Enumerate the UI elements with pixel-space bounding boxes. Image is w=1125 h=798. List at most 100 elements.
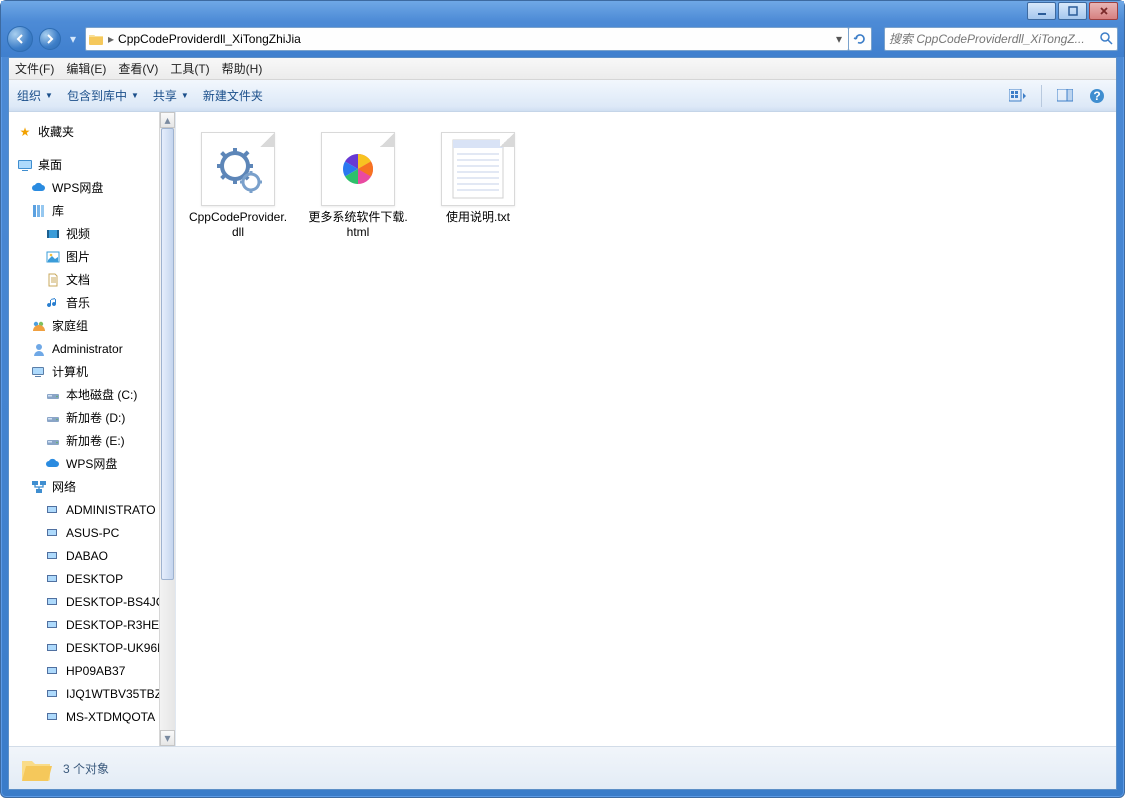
tree-wps[interactable]: WPS网盘 <box>9 176 175 199</box>
tree-net-pc[interactable]: IJQ1WTBV35TBZ <box>9 682 175 705</box>
content-area: 文件(F) 编辑(E) 查看(V) 工具(T) 帮助(H) 组织▼ 包含到库中▼… <box>8 57 1117 790</box>
minimize-button[interactable] <box>1027 2 1056 20</box>
breadcrumb-current[interactable]: CppCodeProviderdll_XiTongZhiJia <box>118 32 301 46</box>
scroll-up-button[interactable]: ▴ <box>160 112 175 128</box>
search-box[interactable] <box>884 27 1118 51</box>
scroll-track[interactable] <box>160 128 175 730</box>
tree-net-pc[interactable]: HP09AB37 <box>9 659 175 682</box>
toolbar-right: ? <box>1007 85 1108 107</box>
file-label: CppCodeProvider.dll <box>188 210 288 240</box>
folder-icon <box>19 751 53 785</box>
toolbar: 组织▼ 包含到库中▼ 共享▼ 新建文件夹 ? <box>9 80 1116 112</box>
html-icon <box>321 132 395 206</box>
file-label: 使用说明.txt <box>446 210 510 225</box>
svg-text:?: ? <box>1093 89 1100 103</box>
pictures-icon <box>45 249 61 265</box>
folder-icon <box>88 31 104 47</box>
video-icon <box>45 226 61 242</box>
drive-icon <box>45 387 61 403</box>
libraries-icon <box>31 203 47 219</box>
computer-icon <box>45 686 61 702</box>
tool-include-in-library[interactable]: 包含到库中▼ <box>67 87 139 104</box>
star-icon: ★ <box>17 124 33 140</box>
file-item[interactable]: 更多系统软件下载.html <box>308 126 408 732</box>
tree-computer[interactable]: 计算机 <box>9 360 175 383</box>
refresh-button[interactable] <box>848 27 872 51</box>
txt-icon <box>441 132 515 206</box>
network-icon <box>31 479 47 495</box>
tree-drive-e[interactable]: 新加卷 (E:) <box>9 429 175 452</box>
tree-net-pc[interactable]: DESKTOP <box>9 567 175 590</box>
maximize-button[interactable] <box>1058 2 1087 20</box>
tree-drive-d[interactable]: 新加卷 (D:) <box>9 406 175 429</box>
close-button[interactable] <box>1089 2 1118 20</box>
tool-organize[interactable]: 组织▼ <box>17 87 53 104</box>
file-item[interactable]: 使用说明.txt <box>428 126 528 732</box>
music-icon <box>45 295 61 311</box>
tree-net-pc[interactable]: ADMINISTRATO <box>9 498 175 521</box>
forward-button[interactable] <box>39 28 61 50</box>
tree-net-pc[interactable]: MS-XTDMQOTA <box>9 705 175 728</box>
explorer-window: ▾ ▸ CppCodeProviderdll_XiTongZhiJia ▾ 文件… <box>0 0 1125 798</box>
computer-icon <box>45 594 61 610</box>
tree-net-pc[interactable]: DESKTOP-BS4JC <box>9 590 175 613</box>
nav-bar: ▾ ▸ CppCodeProviderdll_XiTongZhiJia ▾ <box>1 21 1124 57</box>
address-dropdown[interactable]: ▾ <box>832 32 846 46</box>
tree-network[interactable]: 网络 <box>9 475 175 498</box>
computer-icon <box>31 364 47 380</box>
sidebar-scrollbar[interactable]: ▴ ▾ <box>159 112 175 746</box>
tree-documents[interactable]: 文档 <box>9 268 175 291</box>
file-label: 更多系统软件下载.html <box>308 210 408 240</box>
address-bar[interactable]: ▸ CppCodeProviderdll_XiTongZhiJia ▾ <box>85 27 849 51</box>
tree-favorites[interactable]: ★收藏夹 <box>9 120 175 143</box>
search-input[interactable] <box>889 32 1099 46</box>
computer-icon <box>45 640 61 656</box>
tree-net-pc[interactable]: DESKTOP-UK96N <box>9 636 175 659</box>
computer-icon <box>45 502 61 518</box>
tree-pictures[interactable]: 图片 <box>9 245 175 268</box>
tree-administrator[interactable]: Administrator <box>9 337 175 360</box>
tree-music[interactable]: 音乐 <box>9 291 175 314</box>
tree-net-pc[interactable]: DABAO <box>9 544 175 567</box>
tool-new-folder[interactable]: 新建文件夹 <box>203 87 263 104</box>
file-item[interactable]: CppCodeProvider.dll <box>188 126 288 732</box>
menu-tools[interactable]: 工具(T) <box>170 60 209 77</box>
search-icon[interactable] <box>1099 31 1113 48</box>
preview-pane-button[interactable] <box>1054 85 1076 107</box>
tree-wps-disk[interactable]: WPS网盘 <box>9 452 175 475</box>
address-bar-wrap: ▸ CppCodeProviderdll_XiTongZhiJia ▾ <box>85 27 872 51</box>
menu-edit[interactable]: 编辑(E) <box>66 60 106 77</box>
desktop-icon <box>17 157 33 173</box>
computer-icon <box>45 525 61 541</box>
tool-share[interactable]: 共享▼ <box>153 87 189 104</box>
tree-net-pc[interactable]: DESKTOP-R3HEF <box>9 613 175 636</box>
computer-icon <box>45 548 61 564</box>
history-dropdown[interactable]: ▾ <box>67 32 79 46</box>
breadcrumb-sep: ▸ <box>106 32 116 46</box>
titlebar <box>1 1 1124 21</box>
computer-icon <box>45 663 61 679</box>
menu-view[interactable]: 查看(V) <box>118 60 158 77</box>
tree-libraries[interactable]: 库 <box>9 199 175 222</box>
computer-icon <box>45 709 61 725</box>
computer-icon <box>45 571 61 587</box>
tree-net-pc[interactable]: ASUS-PC <box>9 521 175 544</box>
computer-icon <box>45 617 61 633</box>
tree-desktop[interactable]: 桌面 <box>9 153 175 176</box>
dll-icon <box>201 132 275 206</box>
menu-help[interactable]: 帮助(H) <box>222 60 263 77</box>
menu-file[interactable]: 文件(F) <box>15 60 54 77</box>
view-mode-button[interactable] <box>1007 85 1029 107</box>
tree-videos[interactable]: 视频 <box>9 222 175 245</box>
help-button[interactable]: ? <box>1086 85 1108 107</box>
scroll-thumb[interactable] <box>161 128 174 580</box>
status-text: 3 个对象 <box>63 760 109 777</box>
tree-homegroup[interactable]: 家庭组 <box>9 314 175 337</box>
file-pane[interactable]: CppCodeProvider.dll 更多系统软件下载.html 使用说明.t… <box>176 112 1116 746</box>
tree-drive-c[interactable]: 本地磁盘 (C:) <box>9 383 175 406</box>
user-icon <box>31 341 47 357</box>
cloud-icon <box>31 180 47 196</box>
back-button[interactable] <box>7 26 33 52</box>
documents-icon <box>45 272 61 288</box>
scroll-down-button[interactable]: ▾ <box>160 730 175 746</box>
